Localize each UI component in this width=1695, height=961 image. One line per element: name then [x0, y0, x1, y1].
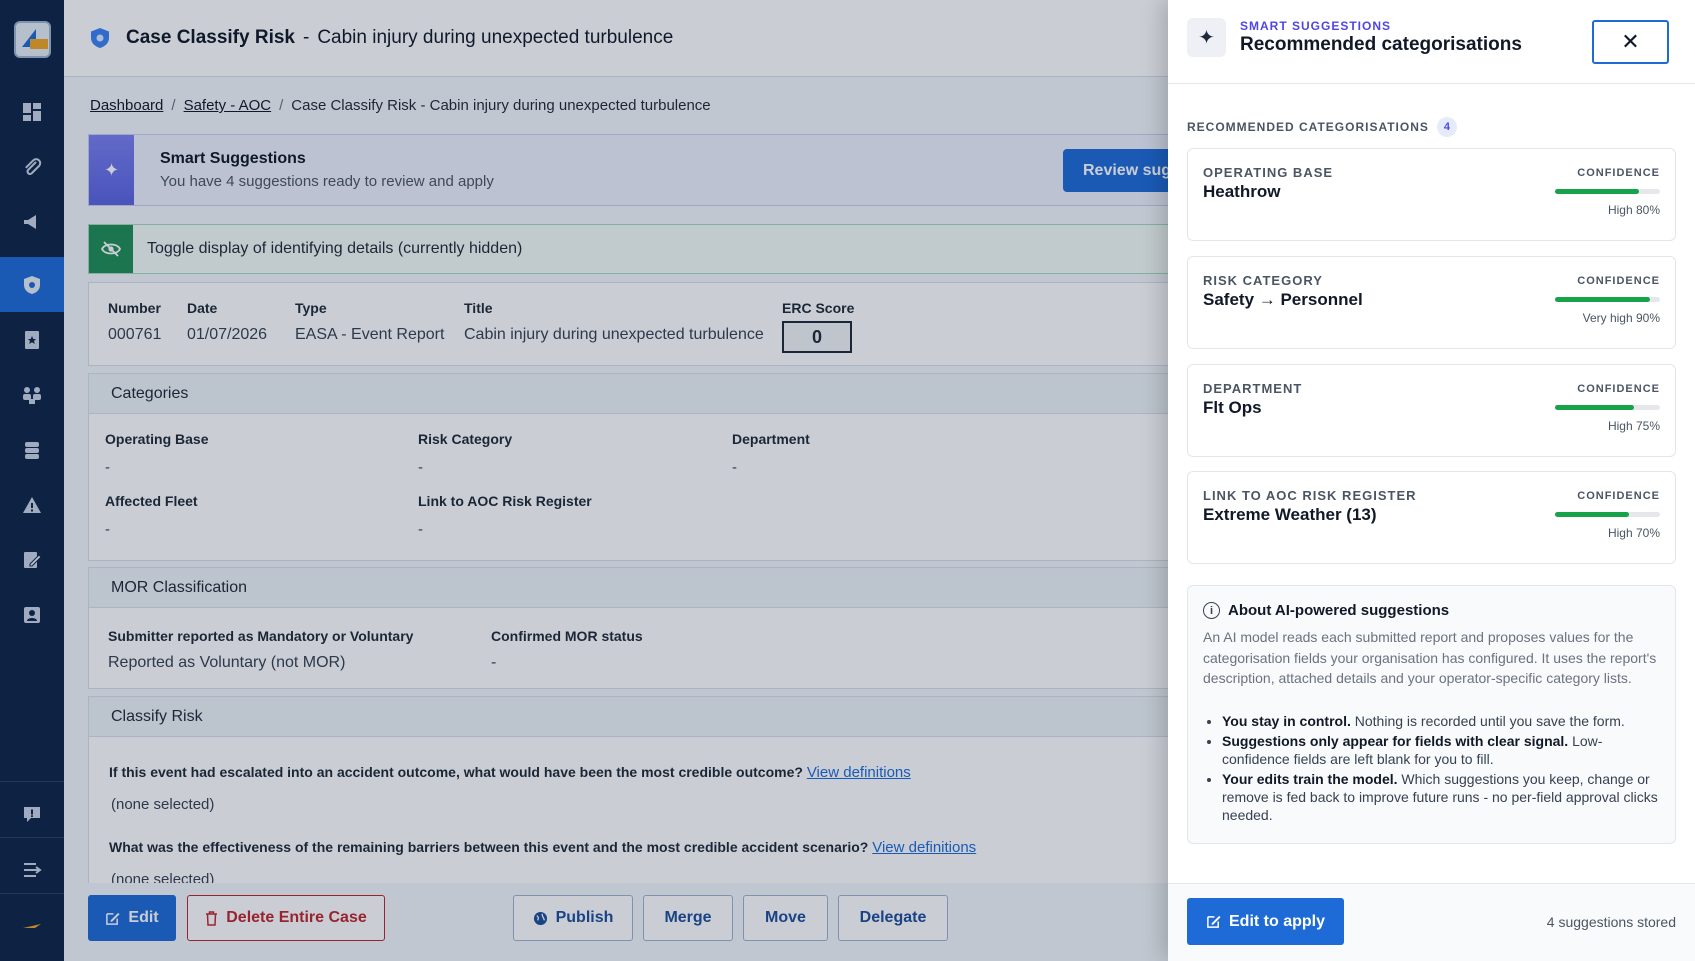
recommendation-label: RISK CATEGORY: [1203, 273, 1323, 288]
section-label: RECOMMENDED CATEGORISATIONS: [1187, 120, 1429, 134]
about-title: About AI-powered suggestions: [1228, 602, 1450, 619]
edit-icon: [1207, 915, 1221, 928]
confidence-label: CONFIDENCE: [1577, 167, 1660, 179]
drawer-title: Recommended categorisations: [1240, 34, 1522, 55]
recommendation-value: Heathrow: [1203, 182, 1281, 201]
modal-backdrop[interactable]: [0, 0, 1168, 961]
close-icon: ✕: [1621, 29, 1640, 54]
recommendation-card: OPERATING BASE Heathrow CONFIDENCE High …: [1187, 148, 1676, 241]
recommendation-label: OPERATING BASE: [1203, 165, 1334, 180]
recommendation-card: LINK TO AOC RISK REGISTER Extreme Weathe…: [1187, 471, 1676, 564]
recommendation-value: Extreme Weather (13): [1203, 505, 1377, 524]
close-button[interactable]: ✕: [1592, 20, 1669, 64]
recommendation-value: Flt Ops: [1203, 398, 1262, 417]
about-bullet: Your edits train the model. Which sugges…: [1222, 770, 1662, 824]
confidence-level: Very high 90%: [1582, 311, 1660, 325]
drawer-header: ✦ SMART SUGGESTIONS Recommended categori…: [1168, 0, 1695, 84]
smart-suggestions-drawer: ✦ SMART SUGGESTIONS Recommended categori…: [1168, 0, 1695, 961]
drawer-footer: Edit to apply 4 suggestions stored: [1168, 883, 1695, 961]
confidence-level: High 70%: [1607, 526, 1660, 540]
recommendation-value: Safety → Personnel: [1203, 290, 1363, 309]
recommendations-heading: RECOMMENDED CATEGORISATIONS 4: [1187, 117, 1457, 137]
sparkle-icon: ✦: [1187, 18, 1226, 57]
confidence-bar: [1555, 512, 1660, 517]
confidence-label: CONFIDENCE: [1577, 383, 1660, 395]
suggestions-stored-text: 4 suggestions stored: [1546, 914, 1676, 930]
recommendation-card: DEPARTMENT Flt Ops CONFIDENCE High 75%: [1187, 364, 1676, 457]
bullet-strong: Your edits train the model.: [1222, 771, 1398, 787]
count-badge: 4: [1436, 117, 1457, 137]
about-bullet: You stay in control. Nothing is recorded…: [1222, 712, 1662, 730]
recommendation-label: DEPARTMENT: [1203, 381, 1303, 396]
confidence-label: CONFIDENCE: [1577, 490, 1660, 502]
apply-label: Edit to apply: [1229, 912, 1325, 930]
confidence-label: CONFIDENCE: [1577, 275, 1660, 287]
info-icon: i: [1203, 602, 1220, 619]
confidence-fill: [1555, 405, 1634, 410]
confidence-bar: [1555, 297, 1660, 302]
recommendation-label: LINK TO AOC RISK REGISTER: [1203, 488, 1417, 503]
confidence-bar: [1555, 189, 1660, 194]
confidence-level: High 80%: [1607, 203, 1660, 217]
recommendation-card: RISK CATEGORY Safety → Personnel CONFIDE…: [1187, 256, 1676, 349]
bullet-strong: Suggestions only appear for fields with …: [1222, 733, 1569, 749]
confidence-fill: [1555, 189, 1639, 194]
about-ai-panel: i About AI-powered suggestions An AI mode…: [1187, 585, 1676, 844]
confidence-fill: [1555, 512, 1629, 517]
confidence-bar: [1555, 405, 1660, 410]
confidence-fill: [1555, 297, 1650, 302]
bullet-text: Nothing is recorded until you save the f…: [1350, 713, 1625, 729]
edit-to-apply-button[interactable]: Edit to apply: [1187, 898, 1344, 945]
about-bullets: You stay in control. Nothing is recorded…: [1222, 712, 1662, 826]
confidence-level: High 75%: [1607, 419, 1660, 433]
drawer-eyebrow: SMART SUGGESTIONS: [1240, 19, 1392, 33]
bullet-strong: You stay in control.: [1222, 713, 1351, 729]
about-bullet: Suggestions only appear for fields with …: [1222, 732, 1662, 768]
about-body: An AI model reads each submitted report …: [1203, 629, 1657, 686]
